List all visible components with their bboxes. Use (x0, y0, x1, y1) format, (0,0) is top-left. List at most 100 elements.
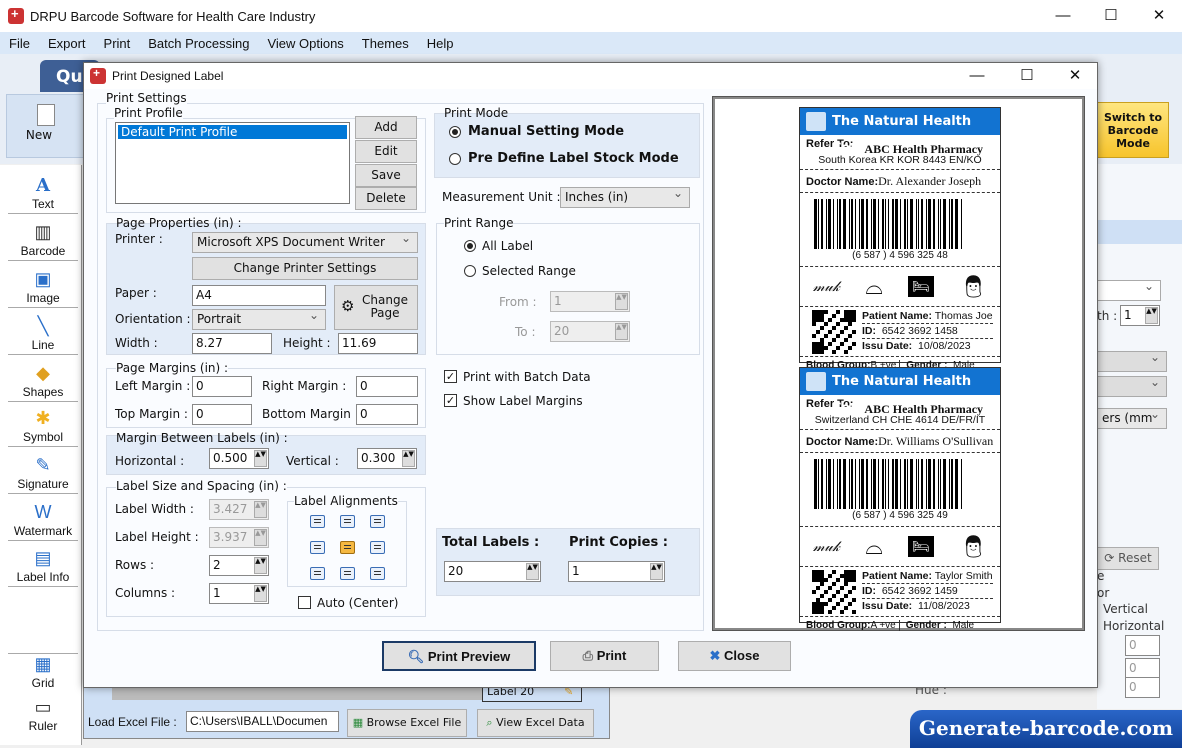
save-button[interactable]: Save (355, 164, 417, 187)
align-top-right-button[interactable] (370, 515, 385, 528)
horizontal-option[interactable]: Horizontal (1103, 619, 1164, 633)
label-width-input[interactable]: 3.427 ▲▼ (209, 499, 269, 520)
refer-section: Refer To: ABC Health Pharmacy Switzerland … (800, 395, 1000, 430)
right-margin-input[interactable]: 0 (356, 376, 418, 397)
tool-text[interactable]: A Text (8, 175, 78, 214)
align-top-center-button[interactable] (340, 515, 355, 528)
bottom-margin-input[interactable]: 0 (356, 404, 418, 425)
tool-symbol[interactable]: ✱ Symbol (8, 408, 78, 447)
from-input[interactable]: 1 ▲▼ (550, 291, 630, 312)
excel-path-input[interactable]: C:\Users\IBALL\Documen (186, 711, 339, 732)
horizontal-margin-input[interactable]: 0.500 ▲▼ (209, 448, 269, 469)
measurement-unit-select[interactable]: Inches (in) (560, 186, 690, 208)
barcode-bar (818, 199, 819, 249)
tool-label-info[interactable]: ▤ Label Info (8, 548, 78, 587)
view-excel-button[interactable]: ⌕ View Excel Data (477, 709, 594, 737)
date-value: 10/08/2023 (918, 340, 971, 352)
align-bottom-right-button[interactable] (370, 567, 385, 580)
batch-data-checkbox[interactable]: ✓ (444, 370, 457, 383)
dialog-maximize-button[interactable]: ☐ (1004, 63, 1050, 89)
auto-center-checkbox[interactable] (298, 596, 311, 609)
selected-range-label: Selected Range (482, 264, 576, 278)
unit-select[interactable]: ers (mm (1097, 407, 1167, 429)
delete-button[interactable]: Delete (355, 187, 417, 210)
grid-icon: ▦ (34, 654, 52, 674)
add-button[interactable]: Add (355, 116, 417, 139)
reset-button[interactable]: ⟳ Reset (1097, 547, 1159, 570)
close-button[interactable]: ✕ (1136, 0, 1182, 32)
width-input[interactable]: 8.27 (192, 333, 272, 354)
height-input[interactable]: 11.69 (338, 333, 418, 354)
total-labels-input[interactable]: 20 ▲▼ (444, 561, 541, 582)
print-button[interactable]: ⎙ Print (550, 641, 659, 671)
tool-shapes[interactable]: ◆ Shapes (8, 363, 78, 402)
value-input[interactable]: 0 (1125, 677, 1160, 698)
tool-image[interactable]: ▣ Image (8, 269, 78, 308)
top-margin-input[interactable]: 0 (192, 404, 252, 425)
barcode-bar (821, 199, 823, 249)
dialog-close-button[interactable]: ✕ (1052, 63, 1098, 89)
new-button[interactable]: New (6, 94, 86, 158)
align-top-left-button[interactable] (310, 515, 325, 528)
orientation-select[interactable]: Portrait (192, 308, 326, 330)
align-middle-right-button[interactable] (370, 541, 385, 554)
tool-line[interactable]: ╲ Line (8, 316, 78, 355)
left-margin-input[interactable]: 0 (192, 376, 252, 397)
maximize-button[interactable]: ☐ (1088, 0, 1134, 32)
tool-watermark[interactable]: W Watermark (8, 502, 78, 541)
tool-ruler[interactable]: ▭ Ruler (8, 697, 78, 735)
vertical-margin-input[interactable]: 0.300 ▲▼ (357, 448, 417, 469)
tool-barcode[interactable]: ▥ Barcode (8, 222, 78, 261)
columns-input[interactable]: 1 ▲▼ (209, 583, 269, 604)
menu-batch-processing[interactable]: Batch Processing (139, 36, 258, 51)
all-label-radio[interactable] (464, 240, 476, 252)
label-height-input[interactable]: 3.937 ▲▼ (209, 527, 269, 548)
print-preview-button[interactable]: 🔍︎ Print Preview (382, 641, 536, 671)
dialog-minimize-button[interactable]: — (954, 63, 1000, 89)
switch-to-barcode-mode-button[interactable]: Switch to Barcode Mode (1097, 102, 1169, 158)
rows-input[interactable]: 2 ▲▼ (209, 555, 269, 576)
print-mode-title: Print Mode (444, 106, 509, 120)
menu-themes[interactable]: Themes (353, 36, 418, 51)
menu-view-options[interactable]: View Options (258, 36, 352, 51)
patient-label: Patient Name: (862, 570, 933, 582)
dialog-titlebar: Print Designed Label — ☐ ✕ (84, 63, 1097, 89)
health-label: The Natural Health Care Refer To: ABC Heal… (799, 107, 1001, 371)
tool-signature[interactable]: ✎ Signature (8, 455, 78, 494)
minimize-button[interactable]: — (1040, 0, 1086, 32)
manual-mode-radio[interactable] (449, 126, 461, 138)
barcode-bar (910, 459, 913, 509)
vertical-value: 0.300 (361, 451, 396, 465)
align-bottom-left-button[interactable] (310, 567, 325, 580)
printer-select[interactable]: Microsoft XPS Document Writer (192, 231, 418, 253)
change-page-button[interactable]: ⚙ Change Page (334, 285, 418, 330)
edit-button[interactable]: Edit (355, 140, 417, 163)
line-style-select[interactable] (1097, 279, 1161, 301)
width-input[interactable]: 1 ▲▼ (1120, 305, 1160, 326)
barcode-bar (904, 459, 906, 509)
predefine-mode-radio[interactable] (449, 153, 461, 165)
menu-file[interactable]: File (0, 36, 39, 51)
browse-excel-button[interactable]: ▦ Browse Excel File (347, 709, 467, 737)
change-printer-settings-button[interactable]: Change Printer Settings (192, 257, 418, 280)
paper-input[interactable]: A4 (192, 285, 326, 306)
tool-grid[interactable]: ▦ Grid (8, 653, 78, 692)
vertical-option[interactable]: Vertical (1103, 602, 1148, 616)
menu-help[interactable]: Help (418, 36, 463, 51)
align-middle-center-button[interactable] (340, 541, 355, 554)
value-input[interactable]: 0 (1125, 635, 1160, 656)
close-dialog-button[interactable]: ✖ Close (678, 641, 791, 671)
align-middle-left-button[interactable] (310, 541, 325, 554)
to-input[interactable]: 20 ▲▼ (550, 321, 630, 342)
print-profile-list[interactable]: Default Print Profile (115, 122, 350, 204)
disabled-select[interactable] (1097, 350, 1167, 372)
menu-export[interactable]: Export (39, 36, 95, 51)
disabled-select[interactable] (1097, 375, 1167, 397)
print-copies-input[interactable]: 1 ▲▼ (568, 561, 665, 582)
value-input[interactable]: 0 (1125, 658, 1160, 679)
align-bottom-center-button[interactable] (340, 567, 355, 580)
menu-print[interactable]: Print (95, 36, 140, 51)
list-item[interactable]: Default Print Profile (118, 125, 347, 139)
selected-range-radio[interactable] (464, 265, 476, 277)
show-margins-checkbox[interactable]: ✓ (444, 394, 457, 407)
